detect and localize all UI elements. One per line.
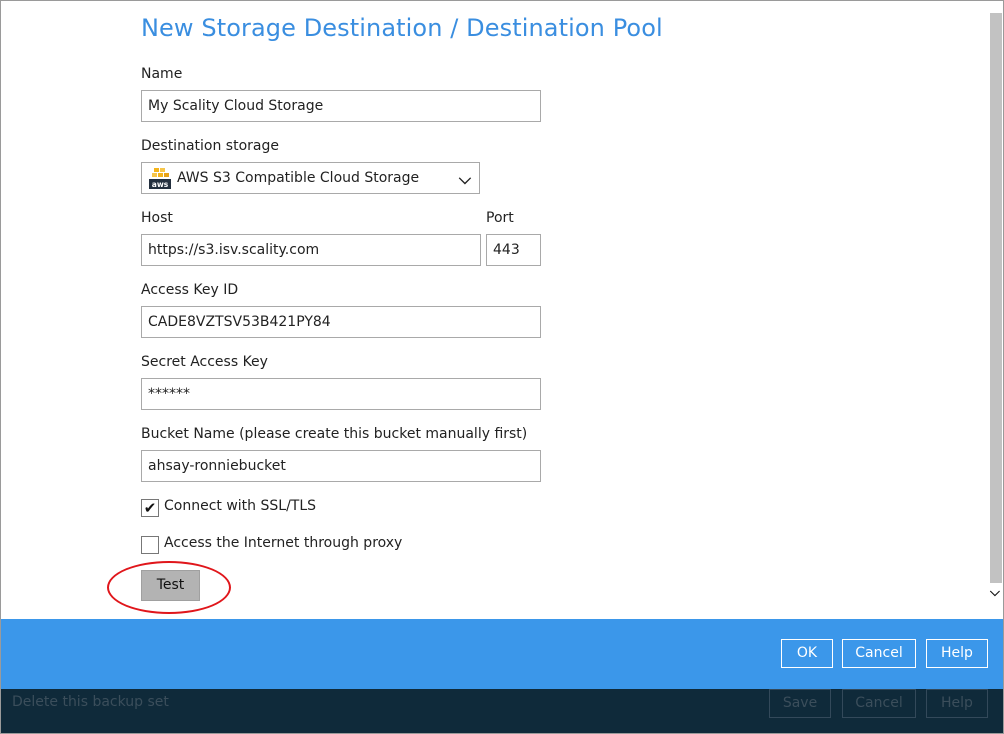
delete-backup-set-link[interactable]: Delete this backup set — [12, 694, 169, 710]
destination-storage-select[interactable]: aws AWS S3 Compatible Cloud Storage ⌵ — [141, 162, 480, 194]
svg-text:aws: aws — [152, 180, 169, 189]
background-cancel-button[interactable]: Cancel — [842, 689, 916, 718]
secret-key-input[interactable]: ****** — [141, 378, 541, 410]
host-input[interactable]: https://s3.isv.scality.com — [141, 234, 481, 266]
destination-storage-label: Destination storage — [141, 138, 279, 154]
chevron-down-icon[interactable]: ⌵ — [459, 169, 471, 189]
cancel-button[interactable]: Cancel — [842, 639, 916, 668]
ssl-checkbox[interactable]: ✔ — [141, 499, 159, 517]
scroll-down-icon[interactable]: ⌵ — [990, 585, 1000, 600]
dialog-footer: OK Cancel Help — [1, 619, 1003, 689]
checkmark-icon: ✔ — [143, 499, 157, 517]
background-help-button[interactable]: Help — [926, 689, 988, 718]
help-button[interactable]: Help — [926, 639, 988, 668]
dialog-title: New Storage Destination / Destination Po… — [141, 14, 663, 42]
background-action-bar: Delete this backup set Save Cancel Help — [1, 689, 1003, 733]
host-label: Host — [141, 210, 173, 226]
scrollbar[interactable]: ⌵ — [989, 1, 1003, 604]
access-key-input[interactable]: CADE8VZTSV53B421PY84 — [141, 306, 541, 338]
name-label: Name — [141, 66, 183, 82]
name-input[interactable]: My Scality Cloud Storage — [141, 90, 541, 122]
access-key-label: Access Key ID — [141, 282, 239, 298]
aws-icon: aws — [149, 167, 171, 189]
destination-storage-value: AWS S3 Compatible Cloud Storage — [177, 170, 420, 186]
port-input[interactable]: 443 — [486, 234, 541, 266]
port-label: Port — [486, 210, 514, 226]
save-button[interactable]: Save — [769, 689, 831, 718]
bucket-name-input[interactable]: ahsay-ronniebucket — [141, 450, 541, 482]
ssl-label: Connect with SSL/TLS — [164, 498, 317, 514]
highlight-ring — [107, 561, 231, 614]
proxy-label: Access the Internet through proxy — [164, 535, 403, 551]
scrollbar-thumb[interactable] — [990, 13, 1002, 583]
proxy-checkbox[interactable] — [141, 536, 159, 554]
secret-key-label: Secret Access Key — [141, 354, 268, 370]
ok-button[interactable]: OK — [781, 639, 833, 668]
bucket-name-label: Bucket Name (please create this bucket m… — [141, 426, 528, 442]
